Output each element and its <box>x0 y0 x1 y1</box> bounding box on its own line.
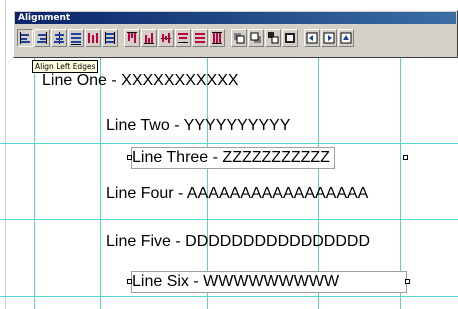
selection-handle[interactable] <box>405 279 410 284</box>
make-same-width-icon <box>105 32 115 44</box>
make-same-width-button[interactable] <box>102 29 118 47</box>
arrow-left-button[interactable] <box>304 29 320 47</box>
arrow-left-icon <box>306 32 318 44</box>
space-vertically-icon <box>195 33 205 43</box>
align-top-edges-icon <box>127 32 137 43</box>
alignment-toolbar: Alignment <box>13 10 458 58</box>
space-vertically-button[interactable] <box>192 29 208 47</box>
label-line-four[interactable]: Line Four - AAAAAAAAAAAAAAAAA <box>106 184 368 204</box>
make-same-height-icon <box>212 32 222 44</box>
selection-handle[interactable] <box>127 155 132 160</box>
align-baseline-vertical-icon <box>178 33 188 43</box>
align-horizontal-center-button[interactable] <box>51 29 67 47</box>
send-to-back-icon <box>250 32 261 43</box>
toolbar-buttons <box>17 27 457 49</box>
label-line-three[interactable]: Line Three - ZZZZZZZZZZZ <box>131 147 335 169</box>
size-to-fit-button[interactable] <box>282 29 298 47</box>
bring-to-front-button[interactable] <box>231 29 247 47</box>
make-same-size-button[interactable] <box>265 29 281 47</box>
space-horizontally-button[interactable] <box>85 29 101 47</box>
grid-line <box>0 296 458 297</box>
align-text-baseline-icon <box>71 33 81 45</box>
align-right-edges-button[interactable] <box>34 29 50 47</box>
selection-handle[interactable] <box>403 155 408 160</box>
canvas-left-edge <box>0 0 6 309</box>
align-bottom-edges-icon <box>144 33 154 44</box>
align-left-edges-icon <box>20 32 30 44</box>
space-horizontally-icon <box>88 33 98 43</box>
align-right-edges-icon <box>37 32 47 44</box>
make-same-size-icon <box>268 32 279 44</box>
align-vertical-center-icon <box>161 33 171 43</box>
arrow-right-icon <box>323 32 335 44</box>
align-baseline-vertical-button[interactable] <box>175 29 191 47</box>
make-same-height-button[interactable] <box>209 29 225 47</box>
grid-line <box>34 58 35 309</box>
arrow-up-button[interactable] <box>338 29 354 47</box>
align-horizontal-center-icon <box>54 32 64 44</box>
align-top-edges-button[interactable] <box>124 29 140 47</box>
toolbar-title[interactable]: Alignment <box>15 12 456 24</box>
label-line-six[interactable]: Line Six - WWWWWWWWW <box>131 271 407 293</box>
size-to-fit-icon <box>285 33 295 43</box>
align-bottom-edges-button[interactable] <box>141 29 157 47</box>
align-text-baseline-button[interactable] <box>68 29 84 47</box>
selection-handle[interactable] <box>127 279 132 284</box>
grid-line <box>0 219 458 220</box>
grid-line <box>100 58 101 309</box>
label-line-two[interactable]: Line Two - YYYYYYYYYY <box>106 116 290 136</box>
align-vertical-center-button[interactable] <box>158 29 174 47</box>
arrow-up-icon <box>340 32 352 44</box>
align-left-edges-button[interactable] <box>17 29 33 47</box>
send-to-back-button[interactable] <box>248 29 264 47</box>
label-line-one[interactable]: Line One - XXXXXXXXXXX <box>42 71 239 91</box>
bring-to-front-icon <box>234 33 245 44</box>
arrow-right-button[interactable] <box>321 29 337 47</box>
label-line-five[interactable]: Line Five - DDDDDDDDDDDDDDDD <box>106 232 370 252</box>
grid-line <box>0 143 458 144</box>
